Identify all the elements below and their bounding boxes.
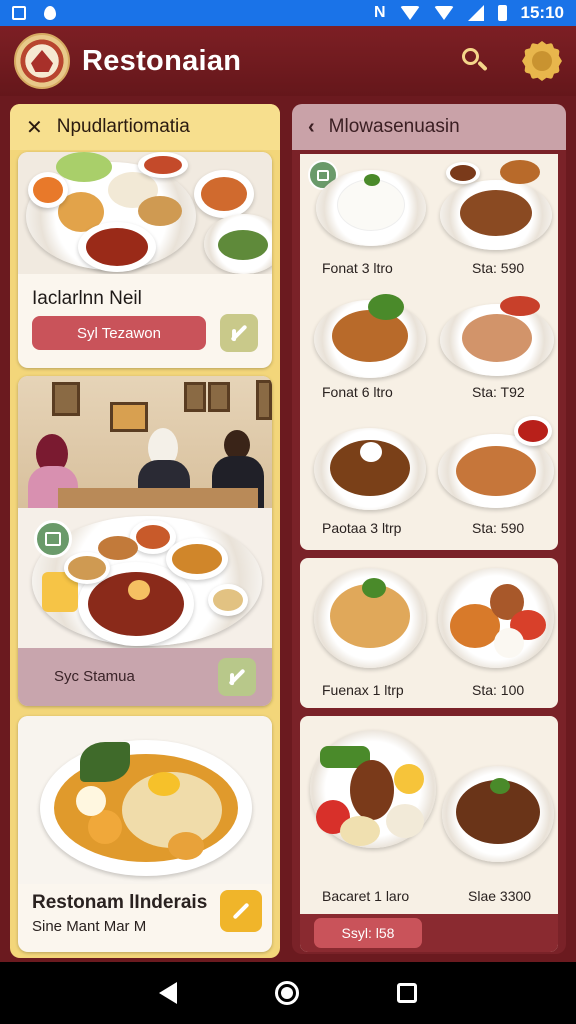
- left-panel-title: Npudlartiomatia: [56, 116, 190, 137]
- menu-card-2[interactable]: Fuenax 1 ltrp Sta: 100: [300, 558, 558, 708]
- menu-item-5-name: Bacaret 1 laro: [322, 888, 410, 904]
- menu-item-4-name: Fuenax 1 ltrp: [322, 682, 404, 698]
- home-nav-icon[interactable]: [275, 981, 299, 1005]
- carrier-glyph: N: [373, 4, 386, 21]
- food-card-2[interactable]: Syc Stamua: [18, 376, 272, 706]
- menu-card-1[interactable]: Fonat 3 ltro Sta: 590 Fonat 6 ltro Sta: …: [300, 154, 558, 550]
- right-panel-title: Mlowasenuasin: [328, 116, 460, 137]
- badge-icon[interactable]: [522, 41, 562, 81]
- status-bar: N 15:10: [0, 0, 576, 26]
- card-1-title: Iaclarlnn Neil: [32, 288, 142, 309]
- tool-icon[interactable]: [220, 314, 258, 352]
- book-icon[interactable]: [34, 520, 72, 558]
- menu-item-3-price: Sta: 590: [472, 520, 525, 536]
- order-button[interactable]: Ssyl: l58: [314, 918, 422, 948]
- tool-icon-3[interactable]: [220, 890, 262, 932]
- close-icon[interactable]: ✕: [26, 115, 43, 140]
- search-icon[interactable]: [458, 44, 492, 78]
- tool-icon-2[interactable]: [218, 658, 256, 696]
- back-nav-icon[interactable]: [159, 982, 177, 1004]
- drop-icon: [44, 6, 56, 20]
- menu-item-2-price: Sta: T92: [472, 384, 525, 400]
- menu-item-4-price: Sta: 100: [472, 682, 525, 698]
- food-card-1[interactable]: Iaclarlnn Neil Syl Tezawon: [18, 152, 272, 368]
- menu-item-5-price: Slae 3300: [468, 888, 532, 904]
- card-1-button[interactable]: Syl Tezawon: [32, 316, 206, 350]
- right-panel-header: ‹ Mlowasenuasin: [292, 104, 566, 150]
- menu-card-3[interactable]: Bacaret 1 laro Slae 3300 Ssyl: l58: [300, 716, 558, 952]
- emblem-icon: [31, 50, 53, 72]
- app-bar: Restonaian: [0, 26, 576, 96]
- navigation-bar: [0, 962, 576, 1024]
- recents-nav-icon[interactable]: [397, 983, 417, 1003]
- food-card-3[interactable]: Restonam lInderais Sine Mant Mar M: [18, 716, 272, 952]
- left-panel-header: ✕ Npudlartiomatia: [10, 104, 280, 150]
- right-panel: ‹ Mlowasenuasin Fonat 3 ltro Sta: 590 Fo…: [292, 104, 566, 954]
- menu-item-2-name: Fonat 6 ltro: [322, 384, 393, 400]
- food-image-3: [18, 716, 272, 884]
- signal-icon: [467, 5, 484, 21]
- back-icon[interactable]: ‹: [308, 116, 315, 139]
- wifi-icon-2: [433, 6, 454, 20]
- battery-icon: [497, 5, 507, 21]
- dining-scene: [18, 376, 272, 508]
- app-title: Restonaian: [82, 44, 242, 77]
- square-icon: [12, 6, 26, 20]
- menu-item-3-name: Paotaa 3 ltrp: [322, 520, 402, 536]
- card-2-label[interactable]: Syc Stamua: [54, 668, 135, 685]
- left-panel: ✕ Npudlartiomatia Iaclarlnn Neil Syl Tez…: [10, 104, 280, 958]
- logo-emblem[interactable]: [14, 33, 70, 89]
- menu-item-1-price: Sta: 590: [472, 260, 525, 276]
- wifi-icon: [399, 6, 420, 20]
- menu-item-1-name: Fonat 3 ltro: [322, 260, 393, 276]
- food-image-1: [18, 152, 272, 274]
- status-time: 15:10: [520, 3, 564, 22]
